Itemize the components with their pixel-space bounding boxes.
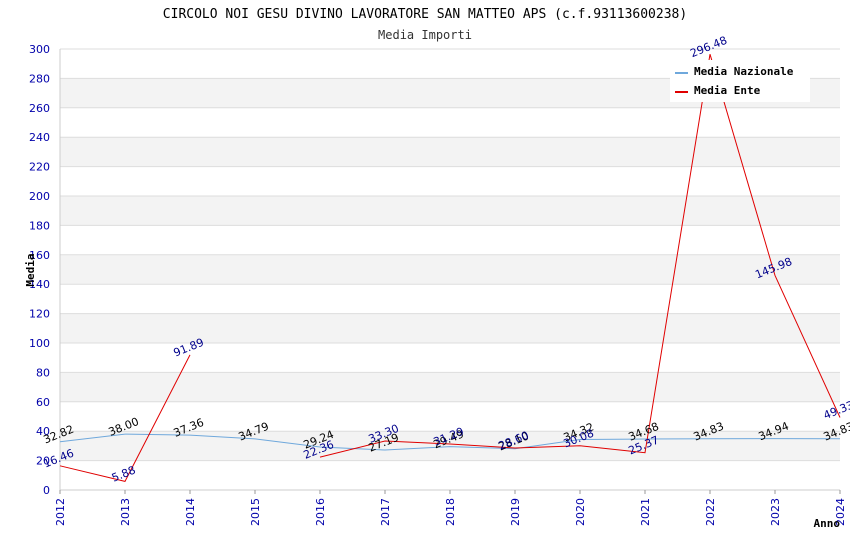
y-tick-label: 300 — [29, 43, 50, 56]
legend-label-nazionale: Media Nazionale — [694, 65, 794, 78]
x-axis-label: Anno — [814, 517, 841, 530]
legend-label-ente: Media Ente — [694, 84, 761, 97]
x-tick-label: 2016 — [314, 498, 327, 526]
x-tick-label: 2015 — [249, 498, 262, 526]
y-tick-label: 60 — [36, 396, 50, 409]
x-tick-label: 2014 — [184, 498, 197, 526]
plot-band — [60, 196, 840, 226]
y-tick-label: 220 — [29, 161, 50, 174]
y-tick-label: 240 — [29, 131, 50, 144]
x-tick-label: 2022 — [704, 498, 717, 526]
plot-bands — [60, 78, 840, 461]
y-tick-label: 280 — [29, 72, 50, 85]
legend: Media Nazionale Media Ente — [670, 60, 810, 102]
plot-band — [60, 313, 840, 343]
data-label: 296.48 — [688, 34, 729, 60]
y-tick-label: 180 — [29, 219, 50, 232]
plot-band — [60, 372, 840, 402]
plot-band — [60, 137, 840, 167]
y-tick-label: 80 — [36, 366, 50, 379]
y-tick-label: 120 — [29, 308, 50, 321]
chart-canvas: 0204060801001201401601802002202402602803… — [24, 7, 850, 530]
x-tick-label: 2017 — [379, 498, 392, 526]
y-axis-label: Media — [24, 253, 37, 286]
chart-subtitle: Media Importi — [378, 28, 472, 42]
chart-title: CIRCOLO NOI GESU DIVINO LAVORATORE SAN M… — [163, 7, 687, 22]
y-tick-label: 0 — [43, 484, 50, 497]
x-tick-label: 2020 — [574, 498, 587, 526]
plot-band — [60, 254, 840, 285]
x-tick-labels: 2012 2013 2014 2015 2016 2017 2018 2019 2020 2021… — [54, 490, 847, 526]
x-tick-label: 2012 — [54, 498, 67, 526]
x-tick-label: 2021 — [639, 498, 652, 526]
y-tick-label: 260 — [29, 102, 50, 115]
x-tick-label: 2019 — [509, 498, 522, 526]
y-tick-label: 100 — [29, 337, 50, 350]
x-tick-label: 2013 — [119, 498, 132, 526]
x-tick-label: 2023 — [769, 498, 782, 526]
x-tick-label: 2018 — [444, 498, 457, 526]
y-tick-label: 200 — [29, 190, 50, 203]
data-label: 16.46 — [42, 447, 76, 471]
